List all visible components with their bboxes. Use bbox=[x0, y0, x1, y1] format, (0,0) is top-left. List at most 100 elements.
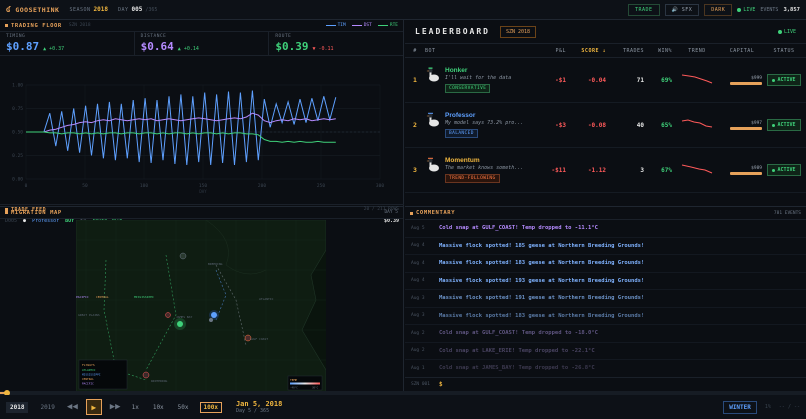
temp-gradient bbox=[290, 382, 320, 385]
legend-label: TIM bbox=[337, 23, 346, 28]
live-dot-icon bbox=[737, 7, 742, 12]
row-wins: 67% bbox=[661, 166, 672, 174]
row-trades: 71 bbox=[636, 76, 644, 84]
row-score: -0.04 bbox=[587, 76, 606, 84]
flyway-item: MISSISSIPPI bbox=[82, 373, 101, 377]
legend-swatch bbox=[377, 24, 388, 27]
day-total: /365 bbox=[145, 6, 158, 13]
metric-label: ROUTE bbox=[275, 34, 292, 39]
bot-name: Professor bbox=[445, 112, 476, 119]
col-trend[interactable]: TREND bbox=[672, 48, 722, 54]
commentary-text: Massive flock spotted! 183 geese at Nort… bbox=[439, 260, 645, 267]
migration-map[interactable]: BREEDING ATLANTIC CENTRAL MISSISSIPPI PA… bbox=[76, 220, 326, 392]
col-bot[interactable]: BOT bbox=[425, 48, 538, 54]
commentary-text: Massive flock spotted! 193 geese at Nort… bbox=[439, 277, 645, 284]
legend-item-dst[interactable]: DST bbox=[351, 23, 372, 28]
col-pl[interactable]: P&L bbox=[538, 48, 566, 54]
sfx-button[interactable]: 🔊 SFX bbox=[664, 3, 700, 16]
row-wins: 65% bbox=[661, 121, 672, 129]
year-tab-2018[interactable]: 2018 bbox=[6, 401, 29, 413]
legend-item-rte[interactable]: RTE bbox=[377, 23, 398, 28]
speed-50x[interactable]: 50x bbox=[175, 403, 192, 412]
bot-quote: The market knows someth... bbox=[445, 165, 524, 171]
flyways-title: FLYWAYS bbox=[82, 363, 95, 367]
commentary-panel: COMMENTARY 781 EVENTS Aug 5 Cold snap at … bbox=[405, 207, 806, 393]
temp-legend: TEMP -40°C 30°C bbox=[287, 375, 323, 391]
play-button[interactable]: ▶ bbox=[85, 399, 102, 415]
command-input[interactable]: $ bbox=[439, 381, 443, 388]
price-chart[interactable]: 1.000.750.500.250.000 50 100 150 200 250 300DA… bbox=[0, 77, 404, 197]
speed-100x[interactable]: 100x bbox=[199, 401, 222, 413]
col-score[interactable]: SCORE ↓ bbox=[566, 48, 606, 54]
map-label-pacific: PACIFIC bbox=[76, 295, 89, 299]
speaker-icon: 🔊 bbox=[671, 6, 682, 13]
col-capital[interactable]: CAPITAL bbox=[722, 48, 762, 54]
migration-map-header: MIGRATION MAP DAY 5 bbox=[0, 207, 403, 219]
speed-10x[interactable]: 10x bbox=[150, 403, 167, 412]
row-capital: $999 bbox=[722, 76, 762, 85]
y-tick-label: 1.00 bbox=[12, 83, 23, 89]
col-status[interactable]: STATUS bbox=[762, 48, 806, 54]
day-value: 005 bbox=[131, 6, 143, 13]
metric-value: $0.87 bbox=[6, 40, 40, 53]
rewind-icon[interactable]: ◀◀ bbox=[67, 402, 78, 412]
trade-button[interactable]: TRADE bbox=[627, 3, 660, 16]
input-prefix: SZN 001 bbox=[411, 382, 430, 387]
commentary-text: Cold snap at GULF_COAST! Temp dropped to… bbox=[439, 330, 598, 337]
y-tick-label: 0.75 bbox=[12, 106, 23, 112]
legend-label: DST bbox=[363, 23, 372, 28]
flyways-legend: FLYWAYS ATLANTIC MISSISSIPPI CENTRAL PAC… bbox=[78, 359, 128, 390]
leaderboard-row[interactable]: 1 Honker I'll wait for the data CONSERVA… bbox=[405, 58, 806, 103]
events-value: 3,857 bbox=[783, 6, 800, 13]
bot-cell: Momentum The market knows someth... TREN… bbox=[425, 157, 538, 183]
commentary-list[interactable]: Aug 5 Cold snap at GULF_COAST! Temp dropp… bbox=[405, 220, 806, 378]
section-bullet-icon bbox=[410, 211, 413, 215]
year-tab-2019[interactable]: 2019 bbox=[36, 402, 58, 413]
col-trades[interactable]: TRADES bbox=[606, 48, 644, 54]
trading-floor-subtitle: SZN 2018 bbox=[68, 23, 91, 28]
metric-label: DISTANCE bbox=[140, 34, 167, 39]
capital-value: $999 bbox=[751, 75, 762, 81]
season-badge[interactable]: SZN 2018 bbox=[499, 25, 537, 38]
x-axis-label: DAY bbox=[199, 189, 207, 194]
metric-route[interactable]: ROUTE $0.39 ▼ -0.11 bbox=[269, 32, 403, 55]
metric-value: $0.64 bbox=[140, 40, 174, 53]
map-label-gulf-coast: GULF COAST bbox=[250, 337, 268, 341]
capital-bar bbox=[730, 171, 762, 175]
day-label: DAY bbox=[117, 6, 129, 13]
commentary-header: COMMENTARY 781 EVENTS bbox=[405, 207, 806, 220]
commentary-count: 781 EVENTS bbox=[773, 210, 801, 216]
commentary-item: Aug 5 Cold snap at GULF_COAST! Temp dropp… bbox=[405, 220, 806, 238]
col-wins[interactable]: WIN% bbox=[644, 48, 672, 54]
col-rank[interactable]: # bbox=[405, 48, 425, 54]
goose-avatar-icon bbox=[426, 157, 439, 172]
y-tick-label: 0.00 bbox=[12, 177, 23, 183]
leaderboard-title: LEADERBOARD bbox=[415, 27, 490, 36]
status-label: ACTIVE bbox=[777, 167, 796, 173]
flyway-item: PACIFIC bbox=[82, 382, 94, 386]
commentary-day: Aug 4 bbox=[411, 278, 425, 284]
commentary-input-row[interactable]: SZN 001 $ bbox=[405, 377, 806, 391]
trading-floor-title: TRADING FLOOR bbox=[11, 22, 62, 29]
x-tick-label: 50 bbox=[82, 183, 88, 189]
metric-timing[interactable]: TIMING $0.87 ▲ +0.37 bbox=[0, 32, 135, 55]
metric-delta: ▲ +0.14 bbox=[177, 46, 199, 52]
status-dot-icon bbox=[772, 123, 776, 127]
fast-forward-icon[interactable]: ▶▶ bbox=[110, 402, 121, 412]
legend-swatch bbox=[351, 24, 362, 27]
leaderboard-row[interactable]: 2 Professor My model says 73.2% pro... B… bbox=[405, 103, 806, 148]
speed-1x[interactable]: 1x bbox=[129, 403, 142, 412]
commentary-day: Aug 4 bbox=[411, 243, 425, 249]
capital-bar bbox=[730, 81, 762, 85]
brand: ʛ GOOSETHINK bbox=[6, 5, 59, 14]
metric-delta: ▲ +0.37 bbox=[43, 46, 65, 52]
commentary-day: Aug 5 bbox=[411, 225, 425, 231]
legend-item-tim[interactable]: TIM bbox=[325, 23, 346, 28]
live-label: LIVE bbox=[783, 28, 796, 35]
leaderboard-row[interactable]: 3 Momentum The market knows someth... TR… bbox=[405, 148, 806, 193]
dark-mode-button[interactable]: DARK bbox=[704, 3, 733, 16]
capital-value: $989 bbox=[751, 165, 762, 171]
metric-distance[interactable]: DISTANCE $0.64 ▲ +0.14 bbox=[135, 32, 270, 55]
row-score: -1.12 bbox=[587, 166, 606, 174]
x-tick-label: 250 bbox=[317, 183, 325, 189]
